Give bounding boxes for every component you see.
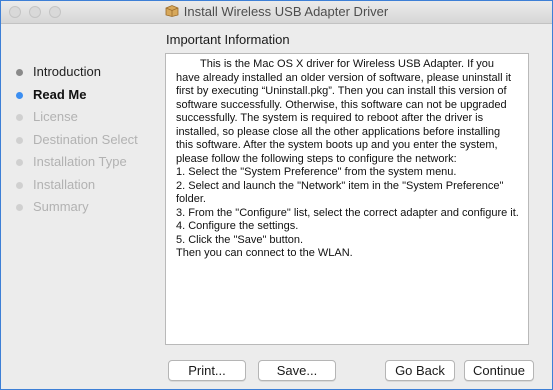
step-introduction: Introduction (1, 61, 161, 84)
step-installation-type: Installation Type (1, 151, 161, 174)
go-back-button[interactable]: Go Back (385, 360, 455, 381)
step-label: Read Me (33, 86, 87, 102)
step-indicator-dot (16, 114, 23, 121)
step-destination-select: Destination Select (1, 129, 161, 152)
step-indicator-dot (16, 159, 23, 166)
step-indicator-dot (16, 91, 23, 99)
step-label: Introduction (33, 64, 101, 79)
read-me-text-area[interactable]: This is the Mac OS X driver for Wireless… (165, 53, 529, 345)
read-me-closing: Then you can connect to the WLAN. (176, 247, 353, 259)
step-indicator-dot (16, 204, 23, 211)
window-title-area: Install Wireless USB Adapter Driver (1, 4, 552, 19)
section-heading: Important Information (166, 32, 290, 47)
package-icon (165, 5, 179, 17)
read-me-paragraph: This is the Mac OS X driver for Wireless… (176, 58, 512, 165)
step-label: Destination Select (33, 131, 138, 147)
print-button[interactable]: Print... (168, 360, 246, 381)
step-indicator-dot (16, 136, 23, 144)
step-installation: Installation (1, 174, 161, 197)
step-label: Installation (33, 176, 96, 192)
read-me-step: 3. From the "Configure" list, select the… (176, 206, 519, 219)
step-read-me: Read Me (1, 84, 161, 107)
step-summary: Summary (1, 196, 161, 219)
read-me-step: 5. Click the "Save" button. (176, 233, 304, 246)
step-license: License (1, 106, 161, 129)
installer-steps-sidebar: Introduction Read Me License Destination… (1, 61, 161, 219)
read-me-step: 2. Select and launch the "Network" item … (176, 179, 504, 206)
read-me-step: 1. Select the "System Preference" from t… (176, 166, 457, 178)
continue-button[interactable]: Continue (464, 360, 534, 381)
save-button[interactable]: Save... (258, 360, 336, 381)
step-label: Installation Type (33, 154, 127, 169)
step-label: License (33, 109, 78, 124)
step-label: Summary (33, 199, 89, 214)
read-me-step: 4. Configure the settings. (176, 220, 299, 232)
step-indicator-dot (16, 181, 23, 189)
step-indicator-dot (16, 69, 23, 76)
title-bar[interactable]: Install Wireless USB Adapter Driver (1, 1, 552, 24)
installer-window: Install Wireless USB Adapter Driver Intr… (0, 0, 553, 390)
window-title: Install Wireless USB Adapter Driver (183, 4, 389, 19)
